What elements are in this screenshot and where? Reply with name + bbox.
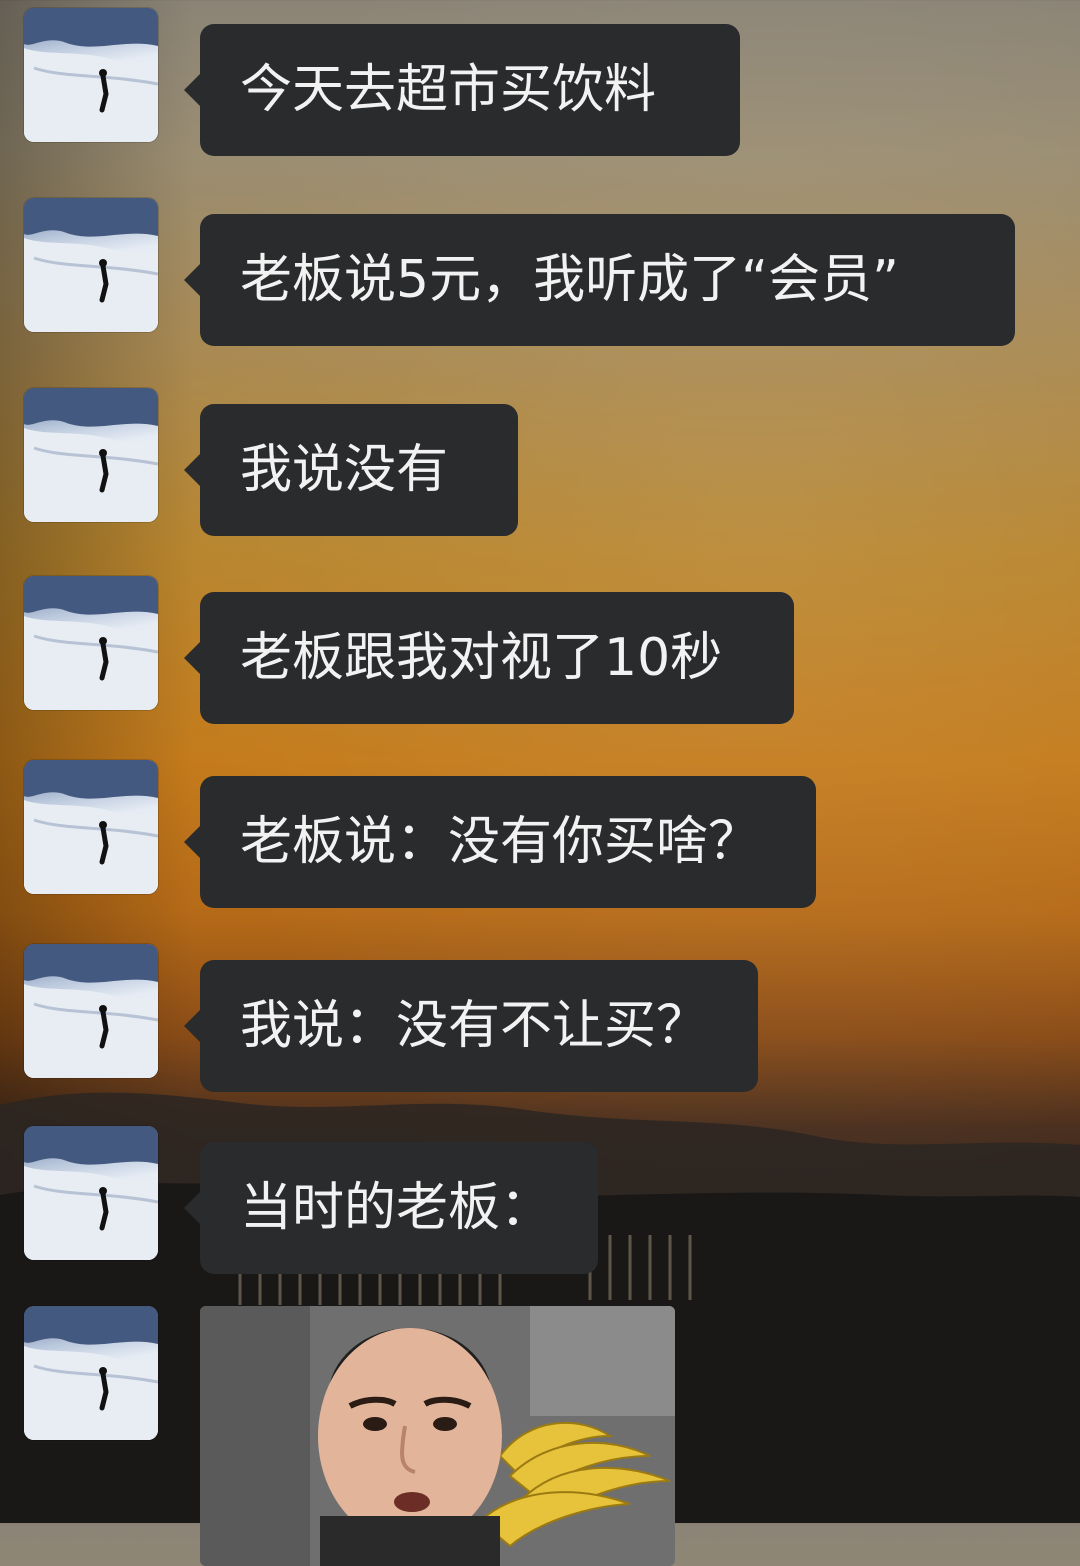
avatar[interactable] — [24, 8, 158, 142]
snowy-mountain-skier-icon — [24, 388, 158, 522]
message-bubble[interactable]: 当时的老板： — [184, 1142, 598, 1274]
avatar[interactable] — [24, 198, 158, 332]
snowy-mountain-skier-icon — [24, 198, 158, 332]
avatar[interactable] — [24, 1306, 158, 1440]
message-bubble[interactable]: 老板说5元，我听成了“会员” — [184, 214, 1015, 346]
snowy-mountain-skier-icon — [24, 760, 158, 894]
avatar[interactable] — [24, 388, 158, 522]
image-message[interactable] — [200, 1306, 675, 1566]
message-bubble[interactable]: 老板说：没有你买啥？ — [184, 776, 816, 908]
chat-message-list[interactable]: 今天去超市买饮料 老板说5元，我听成了“会员” 我说没有 老板跟我对视了10秒 … — [0, 0, 1080, 1566]
message-bubble[interactable]: 老板跟我对视了10秒 — [184, 592, 794, 724]
snowy-mountain-skier-icon — [24, 1306, 158, 1440]
avatar[interactable] — [24, 1126, 158, 1260]
snowy-mountain-skier-icon — [24, 1126, 158, 1260]
avatar[interactable] — [24, 760, 158, 894]
snowy-mountain-skier-icon — [24, 8, 158, 142]
message-bubble[interactable]: 我说没有 — [184, 404, 518, 536]
message-bubble[interactable]: 今天去超市买饮料 — [184, 24, 740, 156]
snowy-mountain-skier-icon — [24, 576, 158, 710]
man-with-bananas-photo-icon — [200, 1306, 675, 1566]
avatar[interactable] — [24, 576, 158, 710]
message-bubble[interactable]: 我说：没有不让买？ — [184, 960, 758, 1092]
snowy-mountain-skier-icon — [24, 944, 158, 1078]
avatar[interactable] — [24, 944, 158, 1078]
